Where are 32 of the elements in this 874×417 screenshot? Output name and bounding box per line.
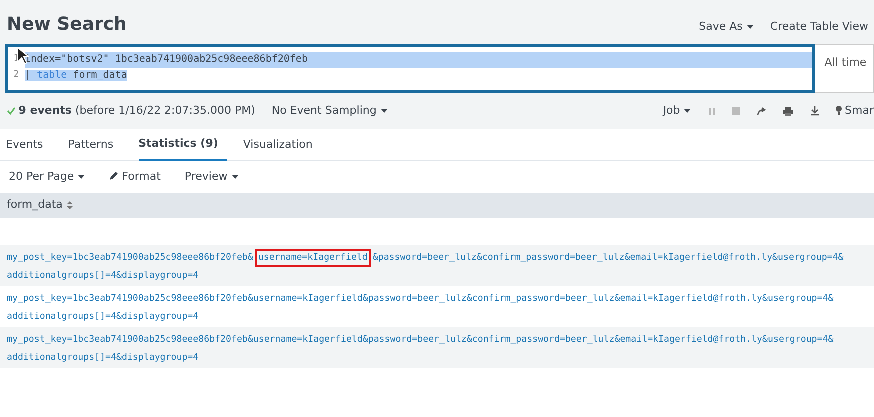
- tab[interactable]: Patterns: [68, 129, 123, 161]
- sampling-dropdown[interactable]: No Event Sampling: [272, 102, 388, 120]
- tab[interactable]: Events: [6, 129, 52, 161]
- dropdown-button[interactable]: Preview: [184, 168, 239, 186]
- tab[interactable]: Visualization: [243, 129, 322, 161]
- share-icon[interactable]: [756, 106, 767, 116]
- tab[interactable]: Statistics (9): [138, 129, 228, 161]
- job-dropdown[interactable]: Job: [663, 102, 692, 120]
- table-cell: my_post_key=1bc3eab741900ab25c98eee86bf20feb& username=kIagerfield &password=beer_lulz&confirm_password=beer_lulz&email=kIagerfield@froth.ly&usergroup=4& additionalgroups[]=4&displaygroup=4: [0, 245, 874, 286]
- mode-label[interactable]: Smar: [845, 102, 874, 120]
- sort-icon: [66, 200, 73, 210]
- table-cell-text: my_post_key=1bc3eab741900ab25c98eee86bf20feb&username=kIagerfield&password=beer_lulz&confirm_password=beer_lulz&email=kIagerfield@froth.ly&usergroup=4& additionalgroups[]=4&displaygroup=4: [6, 293, 835, 324]
- caret-icon: [684, 108, 692, 113]
- print-icon[interactable]: [783, 106, 794, 116]
- line-number: 2: [12, 69, 20, 82]
- caret-icon: [380, 108, 388, 113]
- caret-icon: [746, 25, 754, 30]
- table-cell: my_post_key=1bc3eab741900ab25c98eee86bf20feb&username=kIagerfield&password=beer_lulz&confirm_password=beer_lulz&email=kIagerfield@froth.ly&usergroup=4& additionalgroups[]=4&displaygroup=4: [0, 327, 874, 368]
- download-icon[interactable]: [810, 106, 820, 116]
- page-title: New Search: [7, 13, 127, 37]
- check-icon: [7, 107, 16, 115]
- caret-icon: [232, 174, 239, 179]
- column-header[interactable]: form_data: [7, 197, 73, 214]
- action-link[interactable]: Create Table View: [770, 11, 868, 44]
- pencil-icon: [109, 172, 118, 182]
- format-button[interactable]: Format: [109, 168, 161, 186]
- caret-icon: [78, 174, 86, 179]
- time-range-picker[interactable]: All time: [814, 44, 874, 93]
- save-as-dropdown[interactable]: Save As: [699, 11, 754, 44]
- lightbulb-icon[interactable]: [836, 106, 842, 116]
- dropdown-button[interactable]: 20 Per Page: [9, 168, 86, 186]
- event-count: 9 events (before 1/16/22 2:07:35.000 PM): [18, 102, 256, 119]
